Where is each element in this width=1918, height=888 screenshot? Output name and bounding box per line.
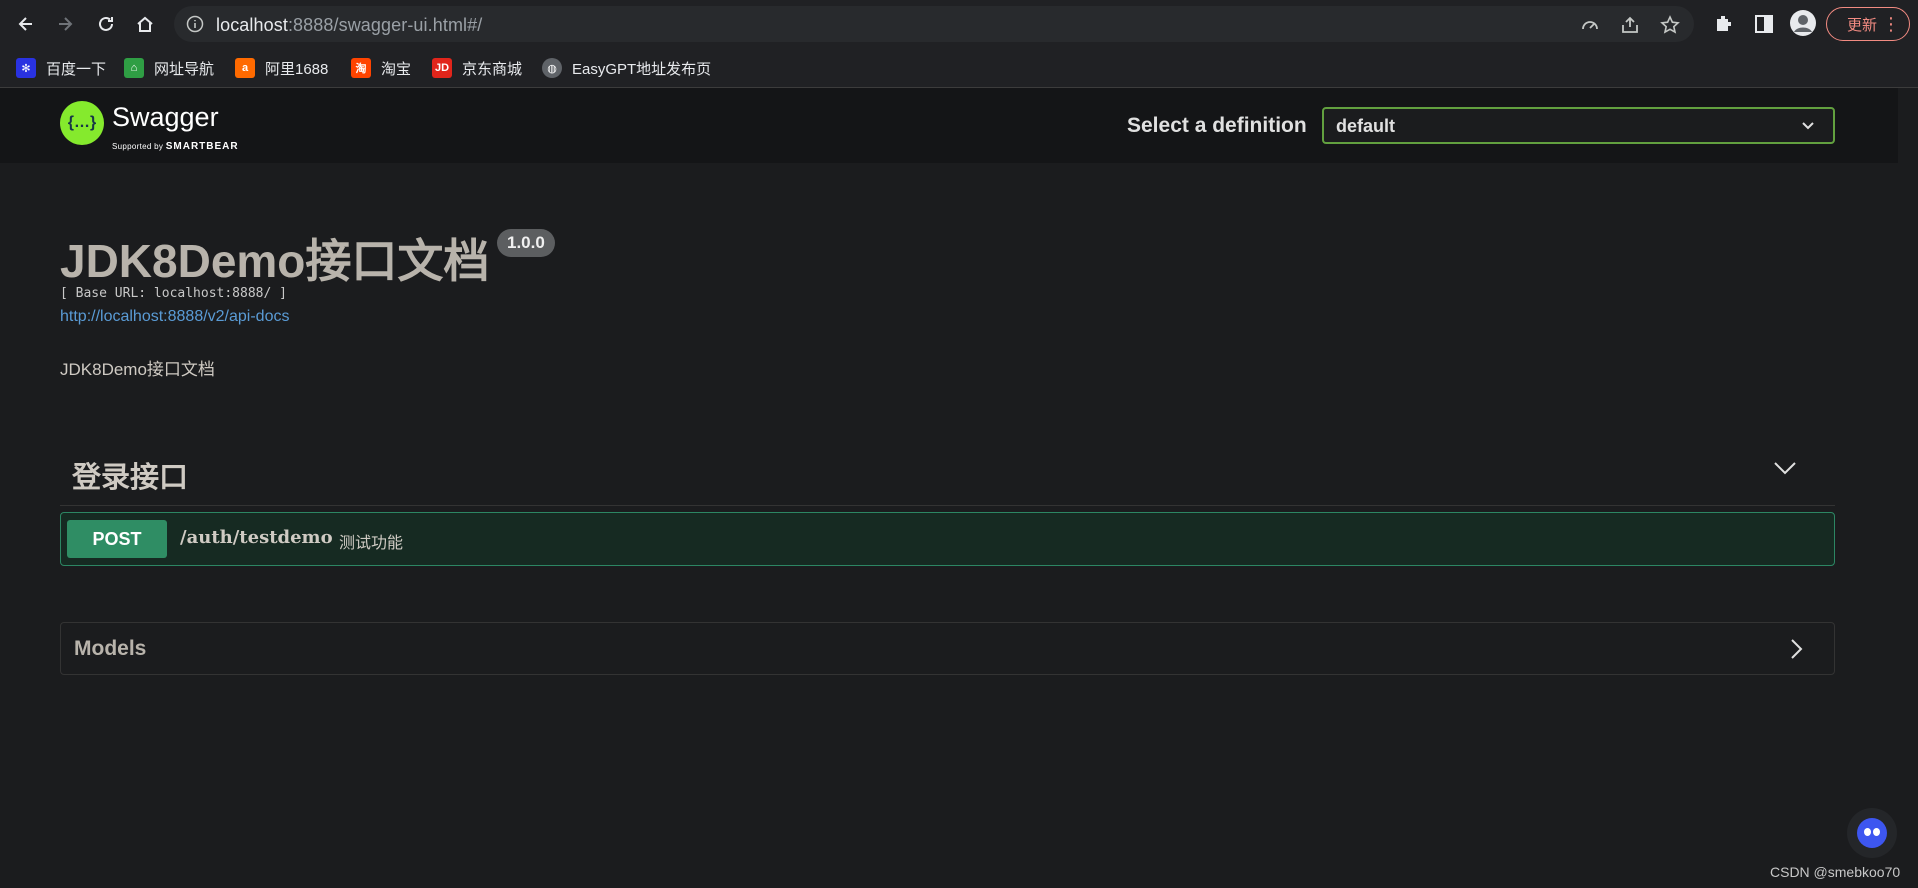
star-icon[interactable] xyxy=(1660,15,1680,35)
browser-toolbar: localhost:8888/swagger-ui.html#/ 更新 ⋮ xyxy=(0,0,1918,48)
home-icon[interactable] xyxy=(131,10,159,38)
chevron-down-icon[interactable] xyxy=(1771,458,1799,478)
bookmark-easygpt[interactable]: ◍ EasyGPT地址发布页 xyxy=(542,56,711,80)
url-text[interactable]: localhost:8888/swagger-ui.html#/ xyxy=(216,15,482,36)
swagger-page: {…} Swagger Supported by SMARTBEAR Selec… xyxy=(0,88,1918,888)
taobao-icon: 淘 xyxy=(351,58,371,78)
models-section[interactable]: Models xyxy=(60,622,1835,675)
bookmark-nav[interactable]: ⌂ 网址导航 xyxy=(124,56,214,80)
api-docs-link[interactable]: http://localhost:8888/v2/api-docs xyxy=(60,308,289,326)
api-description: JDK8Demo接口文档 xyxy=(60,360,215,379)
tag-name: 登录接口 xyxy=(72,462,189,494)
bookmark-label: 淘宝 xyxy=(381,60,412,78)
bookmark-baidu[interactable]: ✻ 百度一下 xyxy=(16,56,106,80)
scrollbar[interactable] xyxy=(1898,88,1918,888)
bookmark-label: 网址导航 xyxy=(154,60,215,78)
bookmarks-bar: ✻ 百度一下 ⌂ 网址导航 a 阿里1688 淘 淘宝 JD 京东商城 ◍ Ea… xyxy=(0,48,1918,88)
api-title: JDK8Demo接口文档 xyxy=(60,235,490,287)
alibaba-icon: a xyxy=(235,58,255,78)
globe-icon: ◍ xyxy=(542,58,562,78)
back-icon[interactable] xyxy=(12,10,40,38)
side-panel-icon[interactable] xyxy=(1752,12,1776,36)
update-button[interactable]: 更新 ⋮ xyxy=(1826,7,1910,41)
address-bar[interactable]: localhost:8888/swagger-ui.html#/ xyxy=(174,6,1694,42)
bookmark-1688[interactable]: a 阿里1688 xyxy=(235,56,328,80)
house-icon: ⌂ xyxy=(124,58,144,78)
swagger-logo-icon[interactable]: {…} xyxy=(60,101,104,145)
definition-select[interactable]: default xyxy=(1322,107,1835,144)
share-icon[interactable] xyxy=(1620,15,1640,35)
version-badge: 1.0.0 xyxy=(497,229,555,257)
definition-value: default xyxy=(1336,116,1396,136)
info-icon[interactable] xyxy=(186,15,204,33)
more-menu-icon[interactable]: ⋮ xyxy=(1882,14,1900,34)
chevron-down-icon xyxy=(1802,122,1814,130)
base-url: [ Base URL: localhost:8888/ ] xyxy=(60,286,287,301)
bookmark-taobao[interactable]: 淘 淘宝 xyxy=(351,56,411,80)
operation-summary: 测试功能 xyxy=(339,535,404,552)
update-label: 更新 xyxy=(1847,16,1878,34)
profile-avatar-icon[interactable] xyxy=(1789,9,1817,37)
forward-icon[interactable] xyxy=(51,10,79,38)
operation-path: /auth/testdemo xyxy=(180,527,333,548)
models-title: Models xyxy=(74,637,147,660)
extensions-icon[interactable] xyxy=(1712,12,1736,36)
jd-icon: JD xyxy=(432,58,452,78)
operation-row[interactable]: POST /auth/testdemo 测试功能 xyxy=(60,512,1835,566)
baidu-icon: ✻ xyxy=(16,58,36,78)
bookmark-label: 百度一下 xyxy=(46,60,107,78)
method-badge: POST xyxy=(67,520,167,558)
bookmark-label: 阿里1688 xyxy=(265,60,329,78)
chevron-right-icon[interactable] xyxy=(1788,637,1804,661)
swagger-supported-by: Supported by SMARTBEAR xyxy=(112,141,239,152)
bookmark-jd[interactable]: JD 京东商城 xyxy=(432,56,522,80)
swagger-brand[interactable]: Swagger xyxy=(112,102,219,133)
performance-icon[interactable] xyxy=(1580,15,1600,35)
tag-section-header[interactable]: 登录接口 xyxy=(60,448,1835,506)
bookmark-label: EasyGPT地址发布页 xyxy=(572,60,712,78)
watermark: CSDN @smebkoo70 xyxy=(1770,864,1901,880)
assistant-bot-icon[interactable] xyxy=(1847,808,1897,858)
bookmark-label: 京东商城 xyxy=(462,60,523,78)
reload-icon[interactable] xyxy=(92,10,120,38)
definition-label: Select a definition xyxy=(1127,114,1307,137)
swagger-topbar: {…} Swagger Supported by SMARTBEAR Selec… xyxy=(0,88,1898,163)
